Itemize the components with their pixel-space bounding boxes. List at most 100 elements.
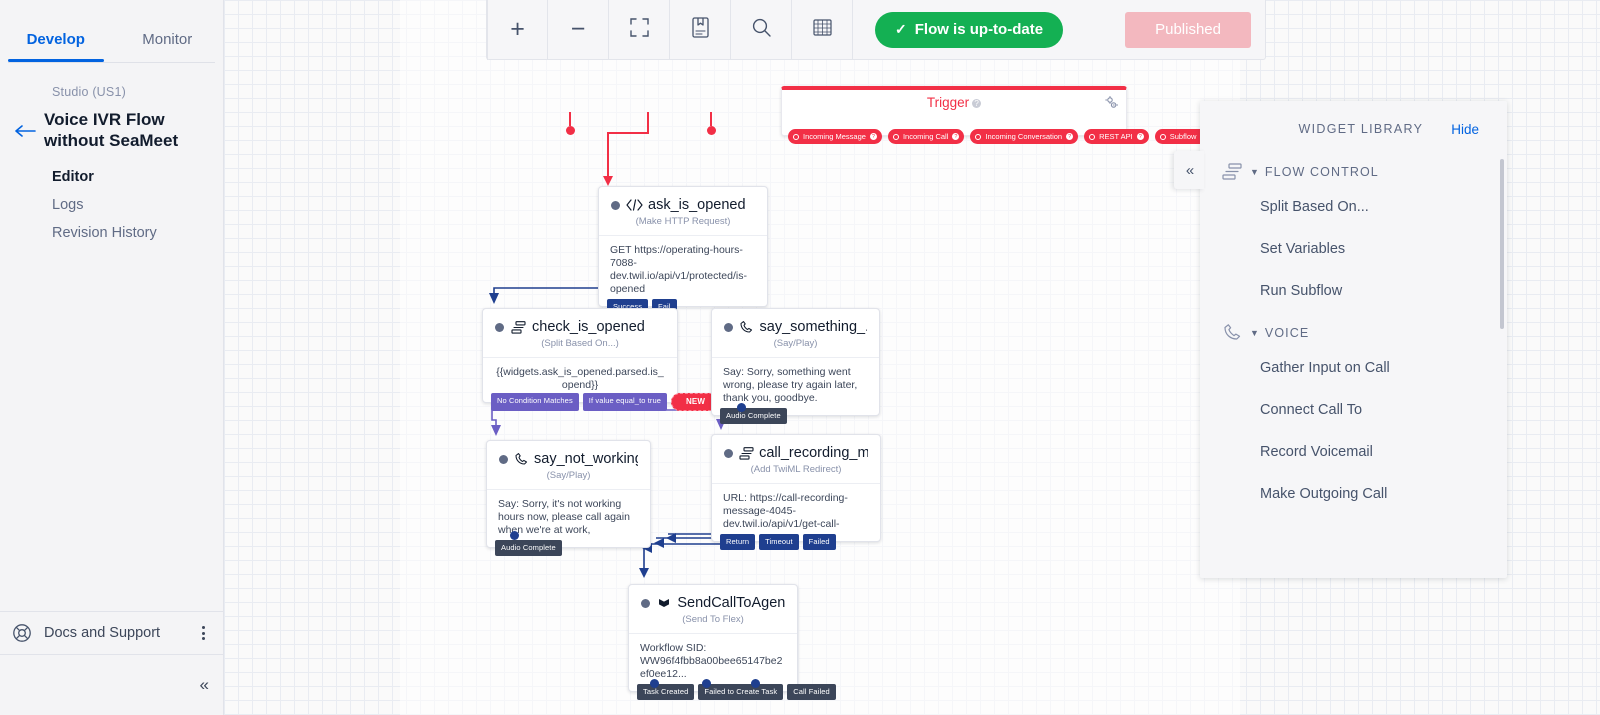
widget-library-title: WIDGET LIBRARY [1298,122,1424,136]
plus-icon: + [510,15,525,43]
widget-item-run-subflow[interactable]: Run Subflow [1200,270,1507,312]
node-transitions: Audio Complete [495,540,562,556]
chevron-down-icon[interactable]: ▼ [1250,328,1259,338]
transition-task-created[interactable]: Task Created [637,684,695,700]
trigger-output-incoming-conversation[interactable]: Incoming Conversation ? [970,129,1079,144]
transition-failed-to-create-task[interactable]: Failed to Create Task [698,684,784,700]
chevron-down-icon[interactable]: ▼ [1250,167,1259,177]
node-transitions: Return Timeout Failed [720,534,836,550]
widget-group-flow-control[interactable]: ▼ FLOW CONTROL [1200,157,1507,186]
node-ask-is-opened[interactable]: ask_is_opened (Make HTTP Request) GET ht… [598,186,768,315]
widget-item-connect-call-to[interactable]: Connect Call To [1200,389,1507,431]
sidebar-links: Editor Logs Revision History [14,163,209,247]
widget-library-scrollbar[interactable] [1500,159,1504,329]
split-icon [739,446,754,460]
node-check-is-opened[interactable]: check_is_opened (Split Based On...) {{wi… [482,308,721,411]
help-icon[interactable]: ? [972,99,982,108]
trigger-outputs: Incoming Message ? Incoming Call ? Incom… [788,129,1213,144]
widget-item-make-outgoing-call[interactable]: Make Outgoing Call [1200,473,1507,515]
fit-to-screen-button[interactable] [609,0,670,60]
search-icon [752,18,771,42]
help-icon[interactable]: ? [869,133,877,140]
node-transitions: Task Created Failed to Create Task Call … [637,684,836,700]
node-title: say_not_working... [534,451,638,467]
gear-icon[interactable] [1105,96,1119,114]
search-button[interactable] [731,0,792,60]
widget-item-gather-input-on-call[interactable]: Gather Input on Call [1200,347,1507,389]
transition-timeout[interactable]: Timeout [759,534,799,550]
flex-flag-icon [656,597,672,610]
sidebar-item-revision-history[interactable]: Revision History [52,219,209,247]
trigger-node[interactable]: Trigger? Incoming Message ? Incoming Cal… [781,86,1213,144]
sidebar-collapse-row: « [0,655,223,715]
transition-if-value-equal-to-true[interactable]: If value equal_to true [582,393,668,411]
flow-header: Voice IVR Flow without SeaMeet [14,109,209,151]
node-title: SendCallToAgent [677,595,785,611]
node-say-something[interactable]: say_something_... (Say/Play) Say: Sorry,… [711,308,880,424]
zoom-out-button[interactable]: − [548,0,609,60]
help-icon[interactable]: ? [1136,133,1144,140]
widget-library-header: WIDGET LIBRARY Hide [1200,101,1507,157]
flow-docs-button[interactable] [670,0,731,60]
widget-library-hide-button[interactable]: Hide [1451,122,1479,137]
node-header: call_recording_m... [712,435,880,463]
node-input-dot [724,448,733,458]
widget-item-set-variables[interactable]: Set Variables [1200,228,1507,270]
tab-monitor[interactable]: Monitor [112,31,224,62]
sidebar-item-logs[interactable]: Logs [52,191,209,219]
widget-group-label: VOICE [1264,325,1310,340]
check-icon: ✓ [895,21,907,37]
node-send-call-to-agent[interactable]: SendCallToAgent (Send To Flex) Workflow … [628,584,836,700]
help-icon[interactable]: ? [1066,133,1074,140]
circle-icon [1159,133,1166,140]
trigger-output-incoming-call[interactable]: Incoming Call ? [887,129,965,144]
trigger-output-incoming-message[interactable]: Incoming Message ? [788,129,882,144]
zoom-in-button[interactable]: + [487,0,548,60]
chevron-double-left-icon[interactable]: « [200,675,210,695]
docs-and-support-label: Docs and Support [44,625,161,641]
sidebar-item-editor[interactable]: Editor [52,163,209,191]
node-header: say_something_... [712,309,879,337]
trigger-output-label: REST API [1099,132,1133,141]
widget-item-record-voicemail[interactable]: Record Voicemail [1200,431,1507,473]
node-subtitle: (Split Based On...) [541,338,619,349]
help-icon[interactable]: ? [952,133,960,140]
back-arrow-icon[interactable] [14,109,44,144]
node-title: call_recording_m... [759,445,868,461]
node-endpoint-dot [751,679,760,688]
book-icon [691,16,709,43]
more-vertical-icon[interactable] [198,622,209,644]
transition-audio-complete[interactable]: Audio Complete [495,540,562,556]
node-title: ask_is_opened [648,197,746,213]
flow-status-label: Flow is up-to-date [914,21,1044,38]
trigger-title: Trigger? [782,90,1126,110]
node-subtitle: (Say/Play) [546,470,591,481]
transition-failed[interactable]: Failed [802,534,836,550]
grid-toggle-button[interactable] [792,0,853,60]
widget-library-collapse-button[interactable]: « [1174,151,1204,189]
widget-group-voice[interactable]: ▼ VOICE [1200,318,1507,347]
node-header: check_is_opened [483,309,677,337]
widget-item-split-based-on[interactable]: Split Based On... [1200,186,1507,228]
flow-canvas[interactable]: + − ✓ Flow is up-to-date Published Trigg… [224,0,1600,715]
publish-button[interactable]: Published [1125,11,1251,48]
tab-develop[interactable]: Develop [0,31,112,62]
flow-status-button[interactable]: ✓ Flow is up-to-date [875,11,1064,48]
transition-no-condition-matches[interactable]: No Condition Matches [491,393,579,411]
node-body: GET https://operating-hours-7088-dev.twi… [599,235,767,306]
trigger-endpoint-dot [566,126,575,135]
life-ring-icon [12,623,32,643]
studio-flow-editor: Develop Monitor Studio (US1) Voice IVR F… [0,0,1600,715]
trigger-output-label: Incoming Message [803,132,866,141]
trigger-output-rest-api[interactable]: REST API ? [1084,129,1149,144]
node-subtitle: (Add TwiML Redirect) [750,464,842,475]
transition-call-failed[interactable]: Call Failed [787,684,836,700]
node-input-dot [499,454,508,464]
code-brackets-icon [626,199,643,211]
docs-and-support-row[interactable]: Docs and Support [0,611,223,655]
node-call-recording-message[interactable]: call_recording_m... (Add TwiML Redirect)… [711,434,881,550]
trigger-output-label: Incoming Conversation [985,132,1063,141]
transition-audio-complete[interactable]: Audio Complete [720,408,787,424]
widget-group-label: FLOW CONTROL [1264,164,1379,179]
transition-return[interactable]: Return [720,534,756,550]
